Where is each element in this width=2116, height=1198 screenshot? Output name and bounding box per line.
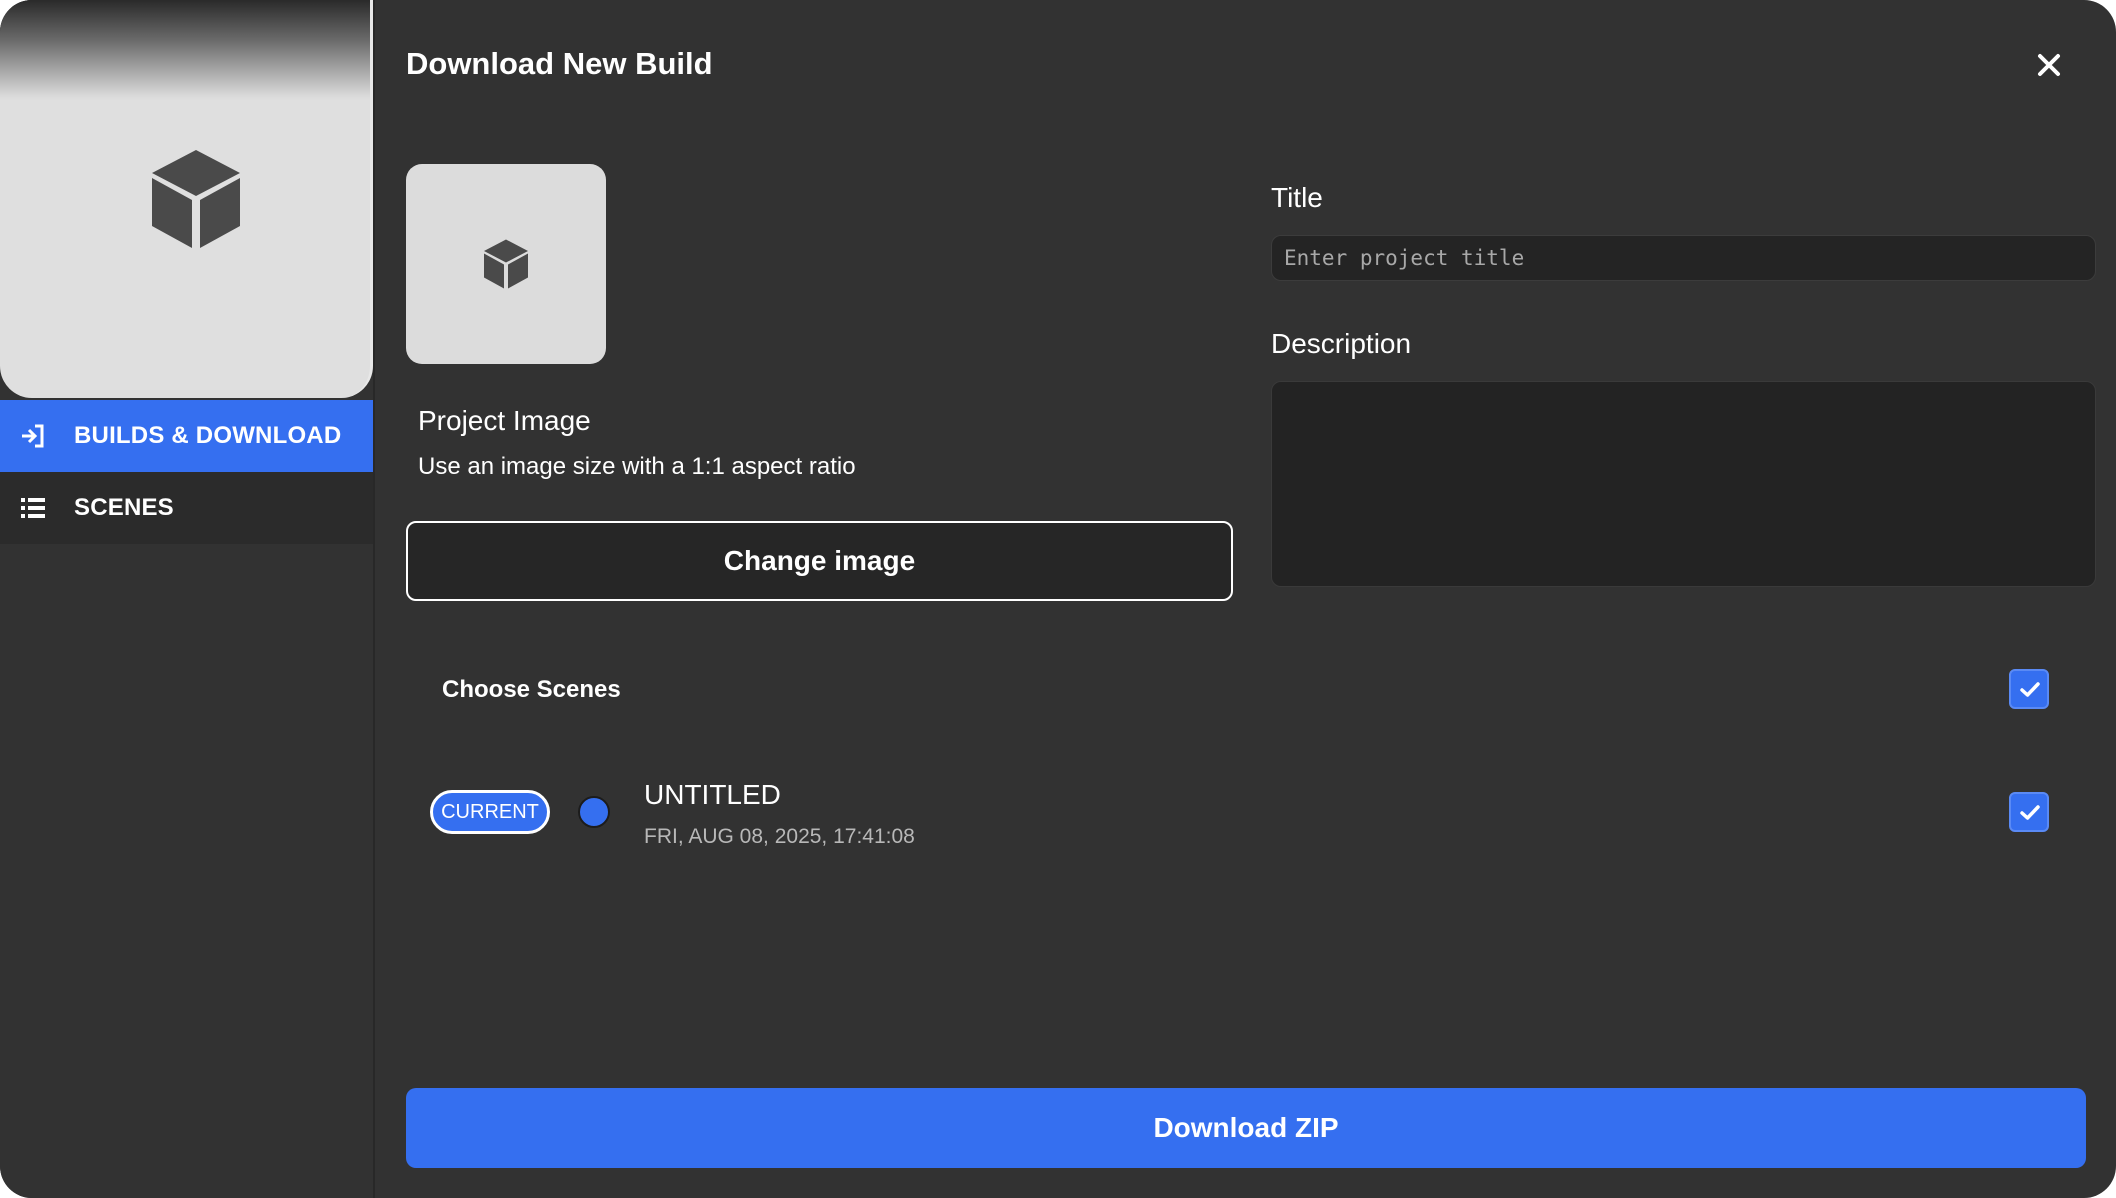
sidebar: BUILDS & DOWNLOAD SCENES — [0, 0, 375, 1198]
change-image-button[interactable]: Change image — [406, 521, 1233, 601]
project-image-label: Project Image — [418, 405, 591, 436]
project-image-preview — [406, 164, 606, 364]
description-input[interactable] — [1271, 381, 2096, 587]
current-badge: CURRENT — [430, 790, 550, 834]
scene-name: UNTITLED — [644, 779, 781, 810]
download-build-modal: BUILDS & DOWNLOAD SCENES Download New Bu… — [0, 0, 2116, 1198]
sign-in-icon — [22, 424, 44, 448]
cube-icon — [152, 150, 240, 248]
sidebar-item-label: BUILDS & DOWNLOAD — [74, 422, 342, 449]
scene-checkbox[interactable] — [2009, 792, 2049, 832]
description-label: Description — [1271, 328, 1412, 359]
close-icon[interactable] — [2034, 50, 2064, 80]
check-icon — [2020, 805, 2040, 820]
sidebar-item-label: SCENES — [74, 494, 174, 521]
scene-color-dot — [578, 796, 610, 828]
choose-scenes-heading: Choose Scenes — [442, 676, 621, 703]
download-zip-button[interactable]: Download ZIP — [406, 1088, 2086, 1168]
check-icon — [2020, 682, 2040, 697]
page-title: Download New Build — [406, 46, 713, 81]
select-all-scenes-checkbox[interactable] — [2009, 669, 2049, 709]
title-label: Title — [1271, 182, 1323, 213]
cube-icon — [484, 239, 528, 289]
list-icon — [21, 498, 45, 518]
title-input[interactable] — [1271, 235, 2096, 281]
scene-date: FRI, AUG 08, 2025, 17:41:08 — [644, 825, 915, 848]
project-thumbnail — [0, 0, 373, 398]
project-image-hint: Use an image size with a 1:1 aspect rati… — [418, 453, 856, 480]
sidebar-item-scenes[interactable]: SCENES — [0, 472, 373, 544]
sidebar-item-builds-download[interactable]: BUILDS & DOWNLOAD — [0, 400, 373, 472]
